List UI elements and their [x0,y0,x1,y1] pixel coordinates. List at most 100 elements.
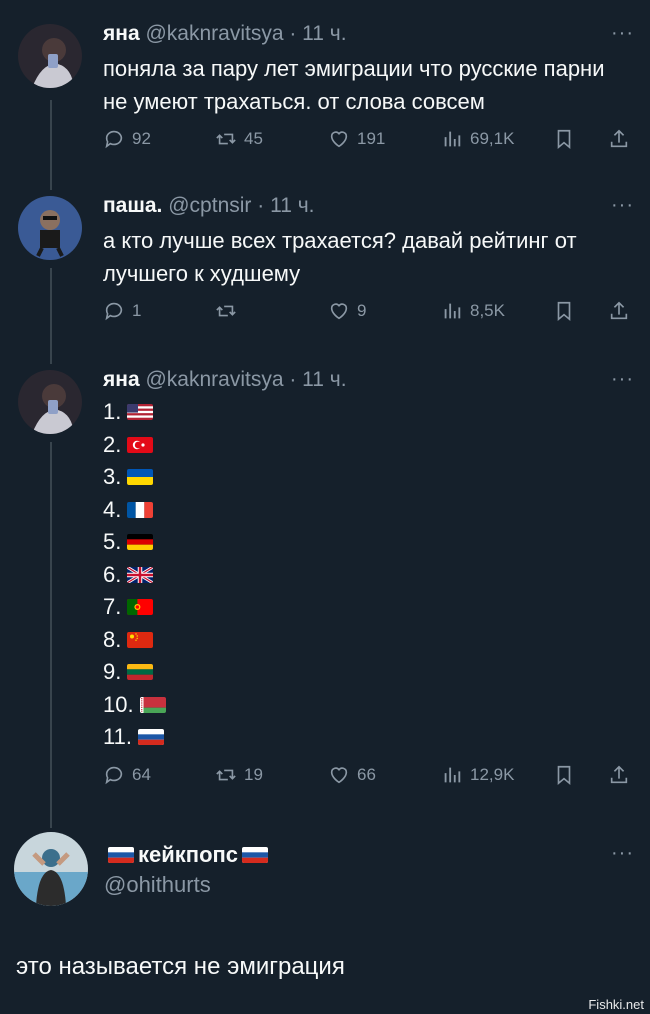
ranking-list: 1. 2. 3. 4. 5. 6. 7. 8. 9. 10. 11. [103,396,166,754]
ranking-item: 3. [103,461,166,494]
ranking-item: 10. [103,689,166,722]
turkey-flag-icon [127,436,154,453]
tweet-header: яна @kaknravitsya · 11 ч. [103,368,347,392]
bookmark-button[interactable] [553,128,582,150]
tweet-text: поняла за пару лет эмиграции что русские… [103,56,605,114]
handle[interactable]: @kaknravitsya [145,368,283,391]
display-name[interactable]: яна [103,368,140,391]
germany-flag-icon [127,534,154,551]
bookmark-button[interactable] [553,764,582,786]
reply-icon [105,766,123,785]
ranking-item: 11. [103,721,166,754]
more-icon[interactable]: ··· [611,194,634,217]
handle[interactable]: @kaknravitsya [145,22,283,45]
tweet-actions: 64 19 66 12,9K [103,764,633,794]
tweet-text: а кто лучше всех трахается? давай рейтин… [103,228,577,286]
reply-button[interactable]: 1 [103,300,141,322]
share-icon [610,301,628,320]
retweet-icon [216,305,236,317]
reply-icon [105,130,123,149]
views-icon [444,131,461,147]
ranking-number: 5. [103,529,122,555]
handle[interactable]: @cptnsir [168,194,251,217]
views-button[interactable]: 12,9K [441,764,514,786]
display-name[interactable]: паша. [103,194,162,217]
like-button[interactable]: 9 [328,300,366,322]
share-button[interactable] [608,128,637,150]
heart-icon [330,767,348,784]
retweet-icon [216,133,236,145]
bookmark-icon [557,765,571,786]
like-button[interactable]: 191 [328,128,385,150]
like-count: 191 [357,129,386,148]
avatar[interactable] [18,24,82,88]
thread-line [50,268,52,364]
ranking-number: 2. [103,431,122,457]
ranking-number: 10. [103,691,134,717]
reply-button[interactable]: 64 [103,764,151,786]
like-count: 66 [357,765,376,784]
ranking-number: 3. [103,464,122,490]
views-icon [444,303,461,319]
views-count: 8,5K [470,301,505,320]
ranking-number: 8. [103,626,122,652]
views-button[interactable]: 8,5K [441,300,505,322]
thread-line [50,100,52,190]
views-count: 12,9K [470,765,515,784]
retweet-button[interactable]: 19 [215,764,263,786]
avatar[interactable] [18,370,82,434]
retweet-count: 45 [244,129,263,148]
reply-count: 92 [132,129,151,148]
tweet-header: паша. @cptnsir · 11 ч. [103,194,315,218]
ranking-item: 2. [103,429,166,462]
usa-flag-icon [127,404,154,421]
share-icon [610,129,628,148]
handle[interactable]: @ohithurts [104,872,211,898]
tweet-text: это называется не эмиграция [16,953,345,980]
share-button[interactable] [608,300,637,322]
ranking-number: 6. [103,561,122,587]
retweet-button[interactable]: 45 [215,128,263,150]
more-icon[interactable]: ··· [611,842,634,865]
display-name[interactable]: яна [103,22,140,45]
reply-button[interactable]: 92 [103,128,151,150]
retweet-icon [216,769,236,781]
bookmark-icon [557,129,571,150]
portugal-flag-icon [127,599,154,616]
russia-flag-icon [137,729,164,746]
avatar[interactable] [14,832,88,906]
retweet-button[interactable] [215,300,244,322]
timestamp[interactable]: · 11 ч. [289,22,346,45]
views-button[interactable]: 69,1K [441,128,514,150]
belarus-flag-icon [139,696,166,713]
avatar[interactable] [18,196,82,260]
ranking-item: 6. [103,559,166,592]
share-icon [610,765,628,784]
ranking-number: 11. [103,724,132,750]
ranking-number: 1. [103,399,122,425]
ranking-number: 9. [103,659,122,685]
timestamp[interactable]: · 11 ч. [257,194,314,217]
tweet-actions: 1 9 8,5K [103,300,633,330]
timestamp[interactable]: · 11 ч. [289,368,346,391]
bookmark-button[interactable] [553,300,582,322]
ranking-item: 9. [103,656,166,689]
bookmark-icon [557,301,571,322]
tweet-header: яна @kaknravitsya · 11 ч. [103,22,347,46]
ranking-item: 1. [103,396,166,429]
watermark: Fishki.net [588,997,644,1012]
like-count: 9 [357,301,367,320]
share-button[interactable] [608,764,637,786]
views-icon [444,767,461,783]
retweet-count: 19 [244,765,263,784]
russia-flag-icon [108,847,134,863]
ranking-number: 7. [103,594,122,620]
more-icon[interactable]: ··· [611,22,634,45]
display-name: кейкпопс [138,842,239,867]
ukraine-flag-icon [127,469,154,486]
reply-author-name[interactable]: кейкпопс [104,842,272,868]
more-icon[interactable]: ··· [611,368,634,391]
thread-line [50,442,52,828]
heart-icon [330,131,348,148]
like-button[interactable]: 66 [328,764,376,786]
